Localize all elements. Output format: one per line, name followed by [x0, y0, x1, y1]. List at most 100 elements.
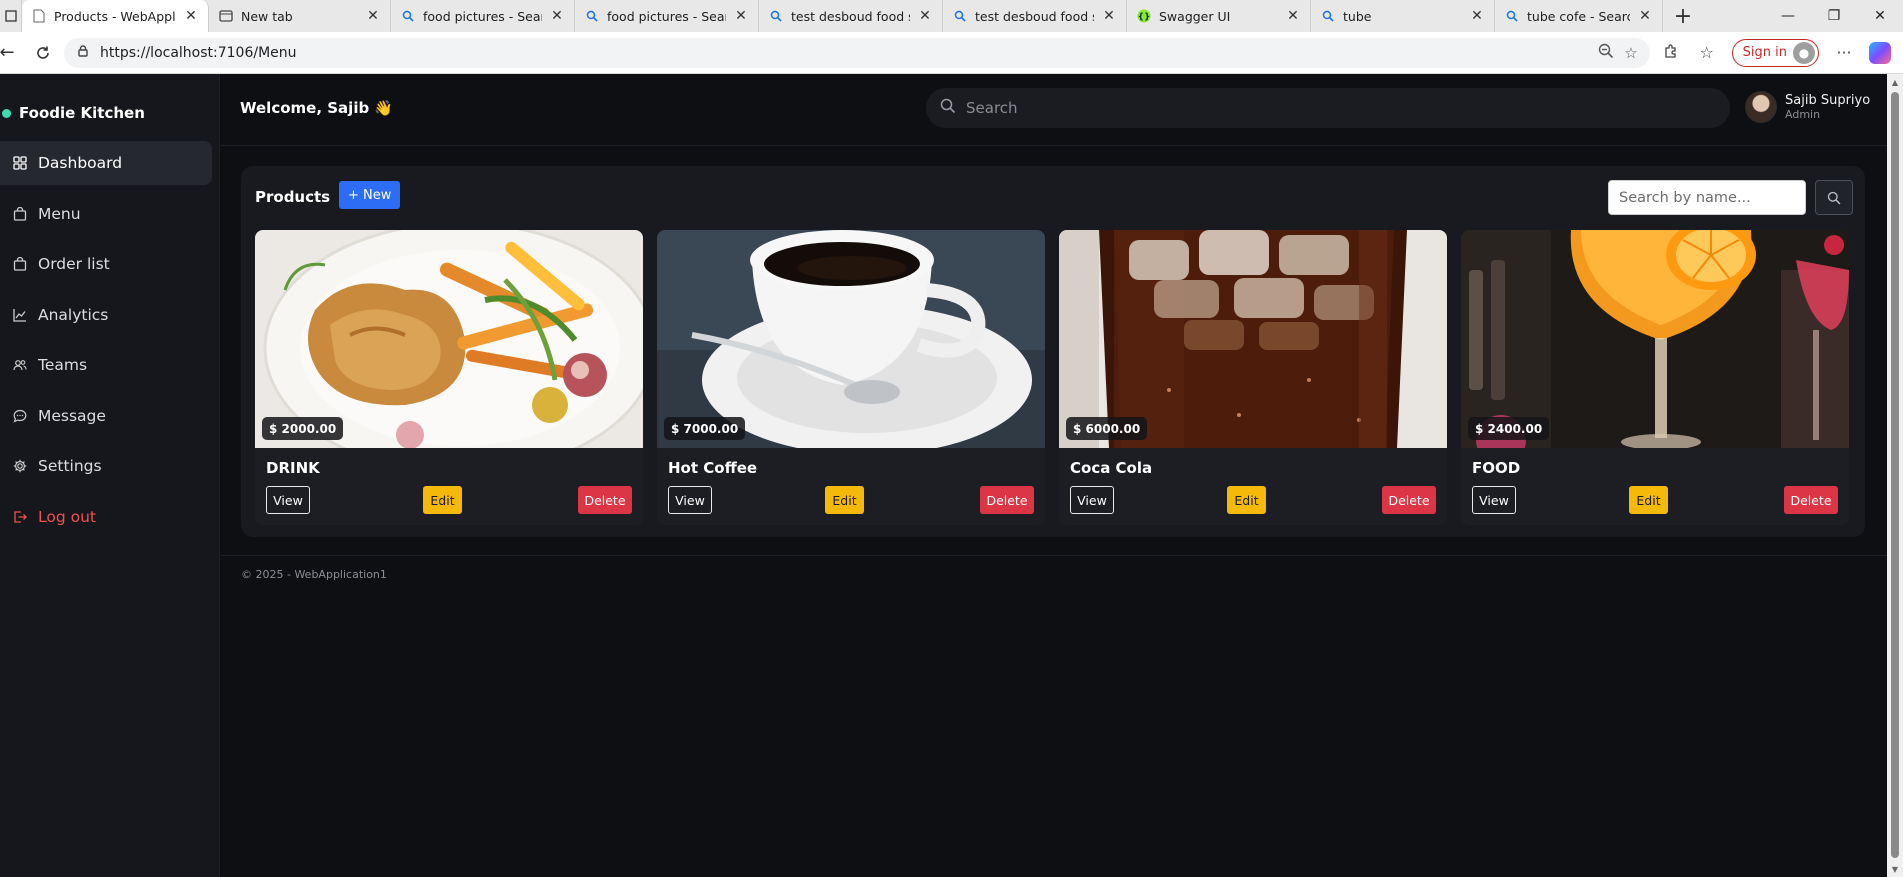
favorites-icon[interactable]: ☆: [1696, 43, 1718, 62]
search-icon: [1827, 191, 1841, 204]
close-icon[interactable]: ✕: [366, 8, 380, 24]
close-icon[interactable]: ✕: [918, 8, 932, 24]
price-badge: $ 2000.00: [262, 417, 344, 440]
delete-button[interactable]: Delete: [578, 486, 632, 514]
sidebar-item-dashboard[interactable]: Dashboard: [0, 141, 212, 185]
product-image: [1059, 230, 1447, 448]
tab-products[interactable]: Products - WebApplica ✕: [22, 0, 209, 32]
product-name: DRINK: [266, 459, 320, 477]
view-button[interactable]: View: [266, 486, 310, 514]
tab-title: test desboud food shop: [791, 8, 910, 24]
edit-button[interactable]: Edit: [1629, 486, 1668, 514]
tab-title: Swagger UI: [1159, 8, 1231, 24]
delete-button[interactable]: Delete: [1382, 486, 1436, 514]
scroll-down-icon[interactable]: ▼: [1887, 861, 1903, 877]
tab-actions-button[interactable]: [0, 0, 22, 32]
close-window-button[interactable]: ✕: [1857, 0, 1903, 32]
tab-search[interactable]: test desboud food shop ✕: [759, 0, 943, 32]
copilot-icon[interactable]: [1869, 41, 1891, 64]
brand-name: Foodie Kitchen: [19, 104, 145, 122]
sidebar-item-order-list[interactable]: Order list: [0, 242, 212, 286]
page-icon: [32, 9, 46, 23]
search-icon: [401, 9, 415, 23]
grid-icon: [13, 156, 27, 170]
scroll-up-icon[interactable]: ▲: [1887, 74, 1903, 90]
close-icon[interactable]: ✕: [734, 8, 748, 24]
minimize-button[interactable]: —: [1765, 0, 1811, 32]
tab-title: New tab: [241, 8, 293, 24]
tab-search[interactable]: tube ✕: [1311, 0, 1495, 32]
view-button[interactable]: View: [1070, 486, 1114, 514]
view-button[interactable]: View: [1472, 486, 1516, 514]
product-name: Hot Coffee: [668, 459, 758, 477]
browser-toolbar: ☆ Sign in ● ···: [1660, 38, 1903, 67]
tab-search[interactable]: test desboud food shop ✕: [943, 0, 1127, 32]
sidebar-item-label: Message: [38, 406, 106, 425]
more-options-icon[interactable]: ···: [1833, 43, 1855, 62]
panel-title: Products: [255, 188, 331, 206]
sidebar-item-settings[interactable]: Settings: [0, 444, 212, 488]
close-icon[interactable]: ✕: [1286, 8, 1300, 24]
user-menu[interactable]: Sajib Supriyo Admin: [1745, 91, 1870, 123]
tab-new-tab[interactable]: New tab ✕: [209, 0, 391, 32]
back-button[interactable]: ←: [0, 38, 15, 68]
close-icon[interactable]: ✕: [1102, 8, 1116, 24]
products-panel: Products + New Search by name... $ 2000.…: [241, 166, 1865, 537]
sign-in-button[interactable]: Sign in ●: [1731, 38, 1819, 67]
sidebar-item-label: Order list: [38, 255, 110, 273]
new-product-button[interactable]: + New: [339, 181, 401, 209]
sidebar-item-logout[interactable]: Log out: [0, 495, 212, 539]
search-icon: [953, 9, 967, 23]
logout-icon: [13, 510, 27, 524]
sidebar-item-message[interactable]: Message: [0, 394, 212, 438]
bag-icon: [13, 206, 27, 221]
close-icon[interactable]: ✕: [1638, 8, 1652, 24]
favorite-star-icon[interactable]: ☆: [1624, 44, 1637, 62]
price-badge: $ 6000.00: [1066, 417, 1148, 440]
edit-button[interactable]: Edit: [825, 486, 864, 514]
delete-button[interactable]: Delete: [980, 486, 1034, 514]
product-search-input[interactable]: [1608, 180, 1806, 215]
tab-search[interactable]: food pictures - Search ✕: [391, 0, 575, 32]
page-scrollbar[interactable]: ▲ ▼: [1887, 74, 1903, 877]
site-info-icon[interactable]: [76, 44, 90, 62]
search-input[interactable]: [966, 99, 1666, 117]
user-name: Sajib Supriyo: [1785, 92, 1871, 108]
tab-actions-icon: [4, 9, 18, 23]
user-info: Sajib Supriyo Admin: [1785, 93, 1870, 122]
tab-search[interactable]: food pictures - Search I ✕: [575, 0, 759, 32]
search-icon: [1321, 9, 1335, 23]
edit-button[interactable]: Edit: [1227, 486, 1266, 514]
scrollbar-thumb[interactable]: [1891, 92, 1899, 858]
sidebar-item-analytics[interactable]: Analytics: [0, 293, 212, 337]
global-search[interactable]: [926, 88, 1730, 128]
sidebar-item-label: Dashboard: [38, 154, 123, 172]
people-icon: [13, 358, 27, 372]
extensions-icon[interactable]: [1660, 43, 1682, 63]
zoom-icon[interactable]: [1598, 43, 1614, 63]
view-button[interactable]: View: [668, 486, 712, 514]
url-text: https://localhost:7106/Menu: [100, 44, 297, 61]
sidebar-item-teams[interactable]: Teams: [0, 343, 212, 387]
close-icon[interactable]: ✕: [550, 8, 564, 24]
search-icon: [940, 98, 956, 118]
sidebar-item-label: Analytics: [38, 305, 109, 324]
product-card: $ 2000.00 DRINK View Edit Delete: [255, 230, 643, 525]
product-search-button[interactable]: [1815, 180, 1853, 215]
url-field[interactable]: https://localhost:7106/Menu ☆: [64, 37, 1650, 68]
edit-button[interactable]: Edit: [423, 486, 462, 514]
close-icon[interactable]: ✕: [1470, 8, 1484, 24]
product-image: [255, 230, 643, 448]
tab-swagger[interactable]: {} Swagger UI ✕: [1127, 0, 1311, 32]
refresh-button[interactable]: [28, 38, 58, 68]
product-card: $ 2400.00 FOOD View Edit Delete: [1461, 230, 1849, 525]
brand[interactable]: Foodie Kitchen: [0, 102, 145, 124]
tab-title: food pictures - Search I: [607, 8, 726, 24]
tab-search[interactable]: tube cofe - Search Ima ✕: [1495, 0, 1663, 32]
product-card: $ 7000.00 Hot Coffee View Edit Delete: [657, 230, 1045, 525]
sidebar-item-menu[interactable]: Menu: [0, 192, 212, 236]
restore-button[interactable]: ❐: [1811, 0, 1857, 32]
new-tab-button[interactable]: +: [1663, 0, 1703, 32]
delete-button[interactable]: Delete: [1784, 486, 1838, 514]
close-icon[interactable]: ✕: [184, 8, 198, 24]
